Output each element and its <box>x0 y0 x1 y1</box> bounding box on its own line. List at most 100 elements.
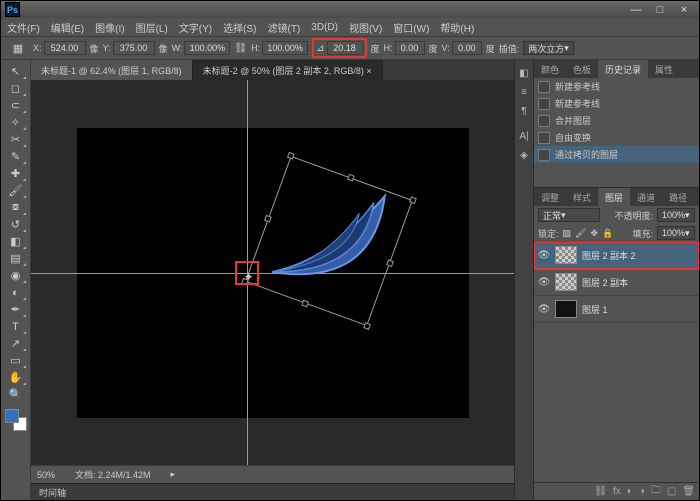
heal-tool[interactable]: ✚ <box>5 165 27 182</box>
fx-icon[interactable]: fx <box>613 486 621 497</box>
menu-file[interactable]: 文件(F) <box>7 20 40 35</box>
y-input[interactable] <box>113 41 155 55</box>
transform-handle-tr[interactable] <box>409 196 417 204</box>
tab-history[interactable]: 历史记录 <box>598 60 648 78</box>
pivot-icon[interactable]: ✦ <box>244 270 254 284</box>
minimize-button[interactable]: — <box>625 3 647 17</box>
lock-transparency-icon[interactable]: ▨ <box>563 228 572 239</box>
doc-info[interactable]: 文档: 2.24M/1.42M <box>75 468 151 481</box>
visibility-toggle[interactable]: 👁 <box>538 303 550 315</box>
gradient-tool[interactable]: ▤ <box>5 250 27 267</box>
interp-dropdown[interactable]: 两次立方 ▾ <box>523 41 574 55</box>
path-tool[interactable]: ↗ <box>5 335 27 352</box>
layer-name[interactable]: 图层 2 副本 <box>582 276 628 289</box>
delete-layer-icon[interactable]: 🗑 <box>682 486 695 497</box>
group-icon[interactable]: 🗀 <box>651 483 661 500</box>
lock-position-icon[interactable]: ✥ <box>590 228 598 239</box>
tab-layers[interactable]: 图层 <box>598 188 630 206</box>
panel-icon-4[interactable]: A| <box>517 129 532 144</box>
layer-row[interactable]: 👁 图层 1 <box>534 296 699 323</box>
tab-channels[interactable]: 通道 <box>630 188 662 206</box>
adjustment-icon[interactable]: ◑ <box>639 486 645 497</box>
timeline-panel[interactable]: 时间轴 <box>31 483 514 500</box>
hand-tool[interactable]: ✋ <box>5 369 27 386</box>
menu-edit[interactable]: 编辑(E) <box>51 20 84 35</box>
w-input[interactable] <box>184 41 230 55</box>
close-button[interactable]: × <box>673 3 695 17</box>
link-layers-icon[interactable]: ⛓ <box>594 486 607 497</box>
mask-icon[interactable]: ◐ <box>627 486 633 497</box>
tab-color[interactable]: 颜色 <box>534 60 566 78</box>
document-tab-2[interactable]: 未标题-2 @ 50% (图层 2 副本 2, RGB/8) × <box>193 60 383 80</box>
lasso-tool[interactable]: ⊂ <box>5 97 27 114</box>
menu-type[interactable]: 文字(Y) <box>179 20 212 35</box>
angle-input[interactable] <box>327 41 363 55</box>
layer-thumbnail[interactable] <box>555 300 577 318</box>
shape-tool[interactable]: ▭ <box>5 352 27 369</box>
history-item[interactable]: 合并图层 <box>534 112 699 129</box>
history-item[interactable]: 自由变换 <box>534 129 699 146</box>
transform-handle-bc[interactable] <box>301 299 309 307</box>
transform-handle-ml[interactable] <box>264 214 272 222</box>
hskew-input[interactable] <box>395 41 425 55</box>
transform-handle-br[interactable] <box>363 322 371 330</box>
layer-thumbnail[interactable] <box>555 273 577 291</box>
crop-tool[interactable]: ✂ <box>5 131 27 148</box>
history-item[interactable]: 新建参考线 <box>534 78 699 95</box>
transform-handle-tl[interactable] <box>286 151 294 159</box>
color-swatches[interactable] <box>5 409 27 431</box>
lock-all-icon[interactable]: 🔒 <box>602 228 613 239</box>
layer-name[interactable]: 图层 2 副本 2 <box>582 249 636 262</box>
panel-icon-2[interactable]: ≡ <box>517 85 532 100</box>
canvas[interactable]: ✦ <box>77 128 469 418</box>
x-input[interactable] <box>44 41 86 55</box>
panel-icon-5[interactable]: ◈ <box>517 148 532 163</box>
layer-thumbnail[interactable] <box>555 246 577 264</box>
blend-mode-dropdown[interactable]: 正常 ▾ <box>538 208 600 222</box>
lock-pixels-icon[interactable]: 🖌 <box>575 228 586 239</box>
visibility-toggle[interactable]: 👁 <box>538 249 550 261</box>
tab-properties[interactable]: 属性 <box>648 60 680 78</box>
foreground-color[interactable] <box>5 409 19 423</box>
brush-tool[interactable]: 🖌 <box>5 182 27 199</box>
tab-swatches[interactable]: 色板 <box>566 60 598 78</box>
panel-icon-3[interactable]: ¶ <box>517 104 532 119</box>
history-brush-tool[interactable]: ↺ <box>5 216 27 233</box>
wand-tool[interactable]: ✧ <box>5 114 27 131</box>
tab-styles[interactable]: 样式 <box>566 188 598 206</box>
panel-icon-1[interactable]: ◧ <box>517 66 532 81</box>
menu-filter[interactable]: 滤镜(T) <box>268 20 301 35</box>
visibility-toggle[interactable]: 👁 <box>538 276 550 288</box>
menu-view[interactable]: 视图(V) <box>349 20 382 35</box>
tab-adjust[interactable]: 调整 <box>534 188 566 206</box>
new-layer-icon[interactable]: ▢ <box>667 486 676 497</box>
type-tool[interactable]: T <box>5 318 27 335</box>
history-item[interactable]: 通过拷贝的图层 <box>534 146 699 163</box>
layer-row[interactable]: 👁 图层 2 副本 <box>534 269 699 296</box>
link-icon[interactable]: ⛓ <box>234 43 247 54</box>
menu-select[interactable]: 选择(S) <box>223 20 256 35</box>
opacity-input[interactable]: 100%▾ <box>657 208 695 222</box>
h-input[interactable] <box>262 41 308 55</box>
layer-name[interactable]: 图层 1 <box>582 303 608 316</box>
fill-input[interactable]: 100%▾ <box>657 226 695 240</box>
transform-handle-tc[interactable] <box>347 173 355 181</box>
marquee-tool[interactable]: ◻ <box>5 80 27 97</box>
layer-row[interactable]: 👁 图层 2 副本 2 <box>534 242 699 269</box>
blur-tool[interactable]: ◉ <box>5 267 27 284</box>
menu-3d[interactable]: 3D(D) <box>311 22 338 33</box>
canvas-area[interactable]: ✦ <box>31 80 514 465</box>
move-tool[interactable]: ↖ <box>5 63 27 80</box>
stamp-tool[interactable]: ⧇ <box>5 199 27 216</box>
vskew-input[interactable] <box>452 41 482 55</box>
menu-window[interactable]: 窗口(W) <box>393 20 429 35</box>
transform-handle-mr[interactable] <box>386 259 394 267</box>
dodge-tool[interactable]: ◐ <box>5 284 27 301</box>
menu-layer[interactable]: 图层(L) <box>136 20 168 35</box>
eraser-tool[interactable]: ◧ <box>5 233 27 250</box>
history-item[interactable]: 新建参考线 <box>534 95 699 112</box>
reference-point-icon[interactable]: ▦ <box>7 40 29 57</box>
zoom-level[interactable]: 50% <box>37 470 55 480</box>
document-tab-1[interactable]: 未标题-1 @ 62.4% (图层 1, RGB/8) <box>31 60 193 80</box>
eyedropper-tool[interactable]: ✎ <box>5 148 27 165</box>
